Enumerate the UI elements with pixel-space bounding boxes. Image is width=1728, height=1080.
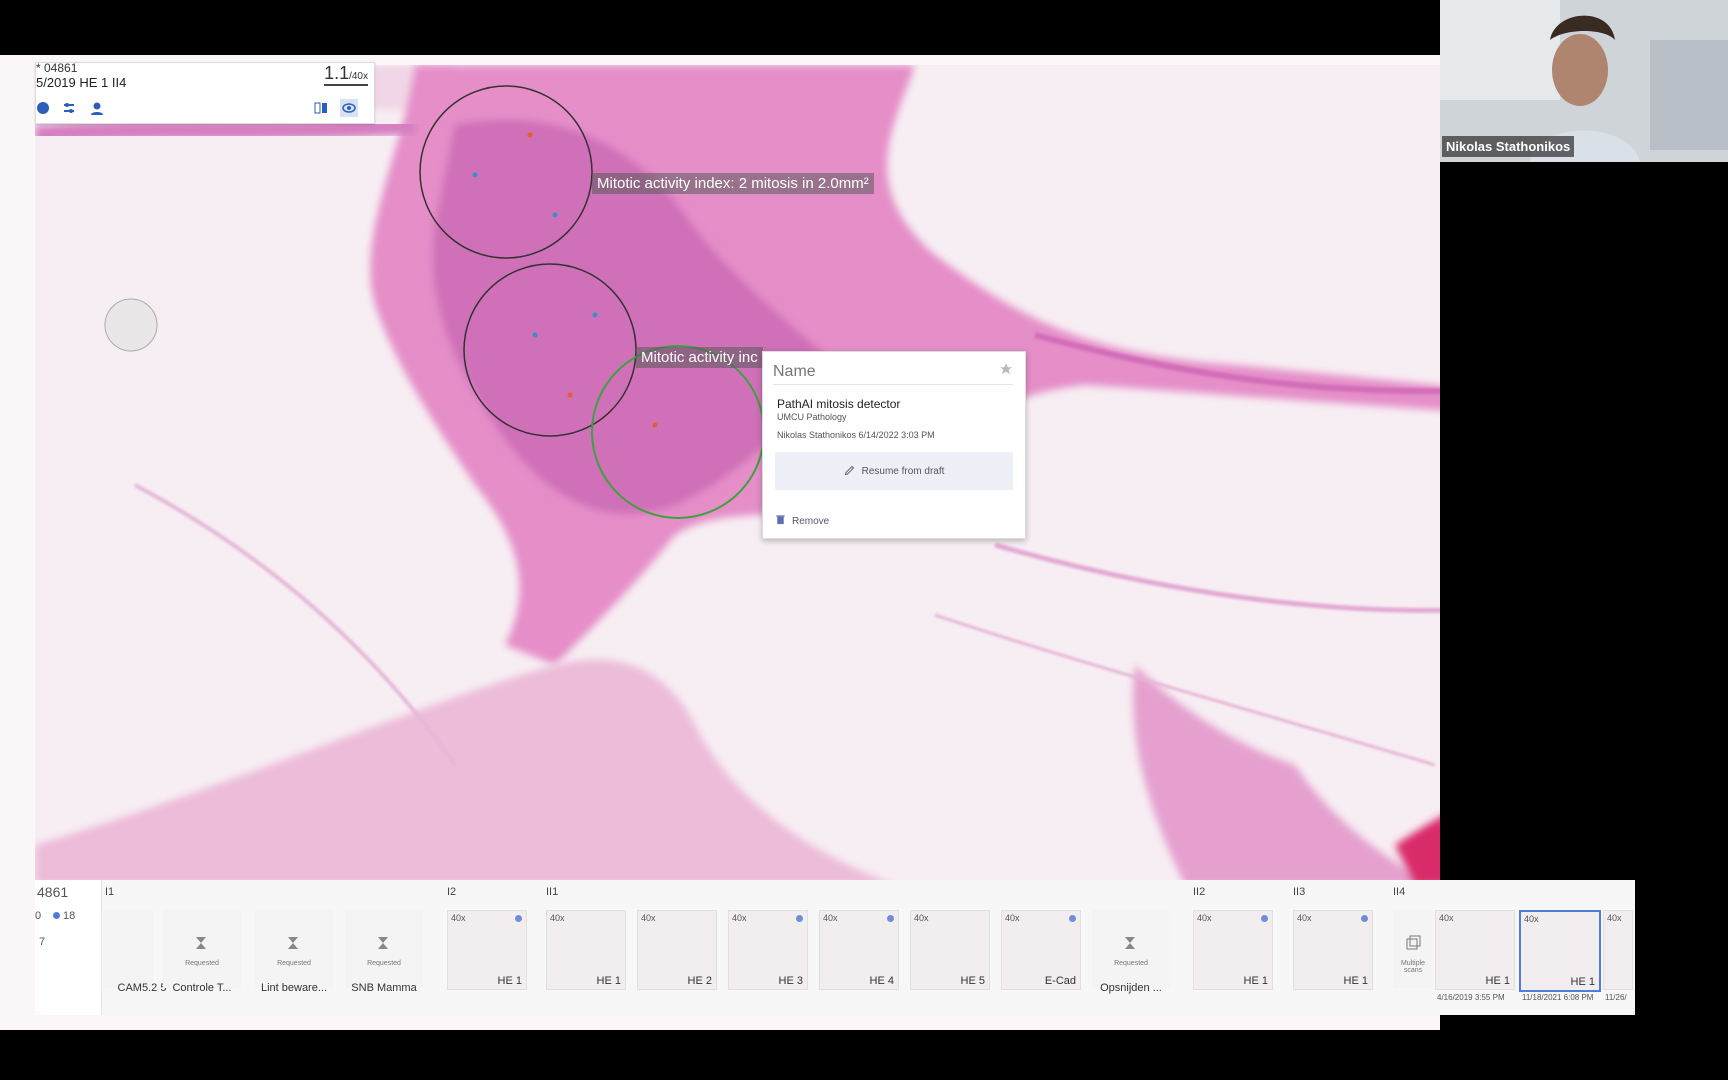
request-label: SNB Mamma: [351, 982, 417, 994]
slide-thumb[interactable]: 40x HE 1: [1193, 910, 1273, 990]
pencil-icon: [844, 464, 856, 479]
users-icon[interactable]: [88, 99, 106, 117]
request-thumb[interactable]: Requested Controle T...: [163, 910, 241, 994]
slide-thumb[interactable]: 40x HE 3: [728, 910, 808, 990]
star-icon[interactable]: [999, 362, 1013, 381]
eye-icon[interactable]: [340, 99, 358, 117]
popup-title: PathAI mitosis detector: [777, 397, 901, 411]
stack-icon: [1405, 935, 1421, 956]
info-icon[interactable]: [34, 99, 52, 117]
case-id: * 04861: [36, 61, 78, 75]
slide-thumb[interactable]: 40x E-Cad: [1001, 910, 1081, 990]
slide-thumb[interactable]: 40x HE 1: [546, 910, 626, 990]
request-thumb[interactable]: Requested Opsnijden ...: [1092, 910, 1170, 994]
remove-label: Remove: [792, 515, 830, 527]
remove-button[interactable]: Remove: [775, 514, 829, 528]
request-label: Controle T...: [172, 982, 232, 994]
trash-icon: [775, 514, 786, 528]
request-label: Lint beware...: [260, 982, 328, 994]
count-c: 7: [39, 936, 46, 948]
group-label-II1: II1: [546, 886, 559, 898]
hourglass-icon: [1122, 935, 1138, 956]
request-thumb[interactable]: Requested Lint beware...: [255, 910, 333, 994]
case-short: 4861: [37, 884, 69, 900]
slide-thumb[interactable]: 40x HE 2: [637, 910, 717, 990]
scan-date: 4/16/2019 3:55 PM: [1437, 993, 1505, 1002]
slide-thumb[interactable]: 40x HE 1: [1435, 910, 1515, 990]
multiple-scans-button[interactable]: Multiple scans: [1393, 910, 1433, 988]
resume-from-draft-button[interactable]: Resume from draft: [775, 452, 1013, 490]
hourglass-icon: [193, 935, 209, 956]
sliders-icon[interactable]: [60, 99, 78, 117]
slide-thumb[interactable]: 40x HE 4: [819, 910, 899, 990]
slide-thumb[interactable]: 40x: [1603, 910, 1633, 990]
group-label-I1: I1: [105, 886, 115, 898]
count-b-badge: 18: [53, 910, 75, 922]
slide-thumb[interactable]: 40x HE 1: [1293, 910, 1373, 990]
slide-meta: 5/2019 HE 1 II4: [36, 75, 127, 90]
slide-info-panel: * 04861 5/2019 HE 1 II4 1.1/40x: [34, 61, 375, 124]
scan-date: 11/18/2021 6:08 PM: [1522, 993, 1594, 1002]
compare-icon[interactable]: [312, 99, 330, 117]
request-thumb[interactable]: CAM5.2 5: [103, 910, 166, 994]
screen-share: Mitotic activity index: 2 mitosis in 2.0…: [0, 0, 1728, 1080]
zoom-level[interactable]: 1.1/40x: [324, 63, 368, 86]
request-thumb[interactable]: Requested SNB Mamma: [345, 910, 423, 994]
name-input[interactable]: Name: [773, 360, 1013, 385]
group-label-II2: II2: [1193, 886, 1206, 898]
participant-name: Nikolas Stathonikos: [1442, 136, 1575, 157]
resume-label: Resume from draft: [861, 465, 945, 477]
annotation-label-mitotic-1: Mitotic activity index: 2 mitosis in 2.0…: [592, 173, 874, 194]
hourglass-icon: [285, 935, 301, 956]
slide-thumb[interactable]: 40x HE 1: [447, 910, 527, 990]
request-label: Opsnijden ...: [1100, 982, 1162, 994]
count-a: 0: [35, 910, 42, 922]
annotation-popup: Name PathAI mitosis detector UMCU Pathol…: [762, 351, 1026, 539]
group-label-II4: II4: [1393, 886, 1406, 898]
popup-author: Nikolas Stathonikos 6/14/2022 3:03 PM: [777, 430, 935, 440]
annotation-label-mitotic-2: Mitotic activity inc: [636, 347, 763, 368]
slide-thumbnail-strip: 4861 0 18 7 I1 I2 II1 II2 II3 II4 CAM5.2…: [35, 880, 1635, 1015]
scan-date: 11/26/: [1605, 993, 1627, 1002]
hourglass-icon: [375, 935, 391, 956]
group-label-I2: I2: [447, 886, 457, 898]
slide-thumb[interactable]: 40x HE 5: [910, 910, 990, 990]
slide-thumb-selected[interactable]: 40x HE 1: [1519, 910, 1601, 992]
strip-side-panel: 4861 0 18 7: [35, 880, 102, 1015]
group-label-II3: II3: [1293, 886, 1306, 898]
webcam-feed: Nikolas Stathonikos: [1440, 0, 1728, 162]
popup-org: UMCU Pathology: [777, 412, 847, 422]
